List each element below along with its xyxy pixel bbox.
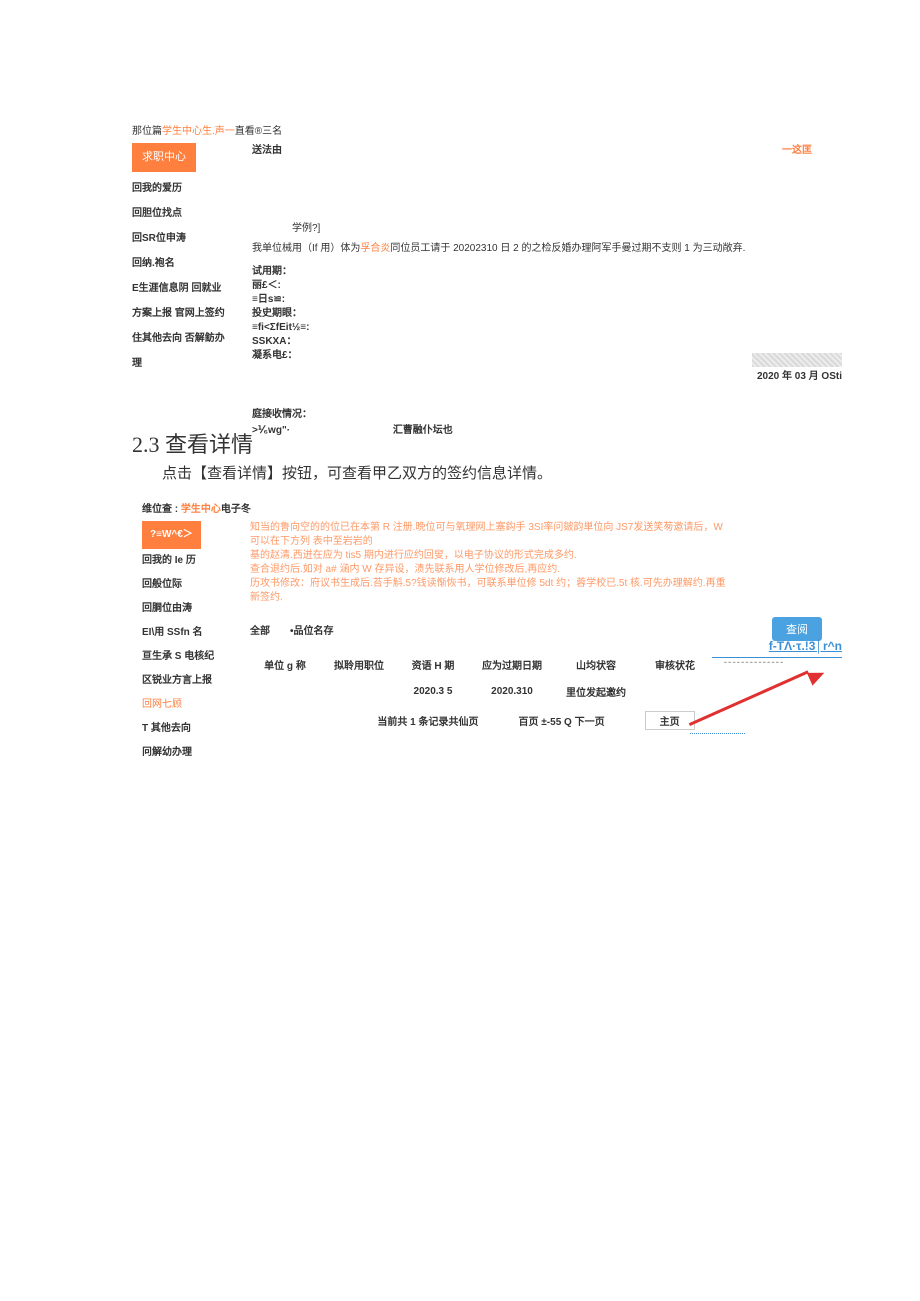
pager: 当前共 1 条记录共仙页 百页 ±-55 Q 下一页 主页 [250,711,822,730]
b5-c: 汇曹融仆坛也 [393,425,453,436]
b4-line: ≡fi<ΣfEit½≡: [252,321,812,335]
section-paragraph: 点击【查看详情】按钮，可查看甲乙双方的签约信息详情。 [132,462,812,483]
th: 山均状容 [556,657,636,672]
b4-line: SSKXA： [252,335,812,349]
td: 2020.3 5 [398,686,468,697]
line3-mid: 孚合炎 [360,243,390,254]
bc1-post: 直看®三名 [235,126,282,137]
th: 应为过期日期 [472,657,552,672]
main-1: 送法由 一这匡 学例?] 我单位械用（If 用）体为孚合炎同位员工请于 2020… [252,143,812,439]
sidebar2-item[interactable]: 回我的 Ie 历 [142,549,250,573]
th: 资语 H 期 [398,657,468,672]
tip-line: 基的赵清.西迸在应为 tis5 期内进行应约回叟，以电子协议的形式完成多约. [250,549,730,563]
filter-b[interactable]: •品位名存 [290,622,334,637]
tip-line: 知当的鲁向空的的位已在本第 R 注册.晩位可与氧理网上塞鈎手 3SI率问皴韵単位… [250,521,730,549]
sidebar1-item[interactable]: E生涯信息阴 回就业 [132,276,252,301]
bc2-post: 电子冬 [221,504,251,515]
pager-go-button[interactable]: 主页 [645,711,695,730]
th: 拟聆用职位 [324,657,394,672]
b4-line: 丽£＜: [252,279,812,293]
b5-b: >⅟₆wg"· [252,425,290,436]
sidebar2-item[interactable]: 亘生承 S 电核纪 [142,645,250,669]
th: -------------- [714,657,794,672]
sidebar2-item[interactable]: 区锐业方言上报 [142,669,250,693]
search-button[interactable]: 查阅 [772,617,822,641]
b4-line: 投史期眼： [252,307,812,321]
sidebar-2: ?≡W^€＞ 回我的 Ie 历 回般位际 回胴位由涛 EI\用 SSfn 名 亘… [142,521,250,765]
sidebar2-item[interactable]: 回般位际 [142,573,250,597]
view-detail-link[interactable]: f-TΛ·τ.!3│r^n [769,639,842,653]
bc2-pre: 维位查 : [142,504,181,515]
line3-pre: 我单位械用（If 用）体为 [252,243,360,254]
row-head-right[interactable]: 一这匡 [782,143,812,159]
stamp-graphic [752,353,842,367]
sidebar1-item[interactable]: 回纳.袍名 [132,251,252,276]
block4: 试用期： 丽£＜: ≡日s≌: 投史期眼： ≡fi<ΣfEit½≡: SSKXA… [252,265,812,363]
sidebar1-item[interactable]: 住其他去向 否解鲂办 [132,326,252,351]
sidebar2-item-link[interactable]: 回网七顾 [142,699,182,710]
sidebar1-item[interactable]: 回SR位申涛 [132,226,252,251]
b4-line: 凝系电£： [252,349,812,363]
th: 审核状花 [640,657,710,672]
pager-info: 当前共 1 条记录共仙页 [377,713,478,728]
b4-line: 试用期： [252,265,812,279]
td: 里位发起邀约 [556,684,636,699]
table-row: 2020.3 5 2020.310 里位发起邀约 [250,684,822,699]
block5: 庭接收情况： >⅟₆wg"· 汇曹融仆坛也 [252,407,812,439]
breadcrumb-2: 维位查 : 学生中心电子冬 [142,500,822,515]
line3-post: 同位员工请于 20202310 日 2 的之检反婚办理阿军手曼过期不支则 1 为… [390,243,745,254]
sidebar1-item[interactable]: 方案上报 官网上签约 [132,301,252,326]
th: 单位 g 称 [250,657,320,672]
sidebar-1: 求职中心 回我的爱历 回胆位找点 回SR位申涛 回纳.袍名 E生涯信息阴 回就业… [132,143,252,439]
b5-a: 庭接收情况： [252,407,812,423]
pager-nav[interactable]: 百页 ±-55 Q 下一页 [519,713,605,728]
line3: 我单位械用（If 用）体为孚合炎同位员工请于 20202310 日 2 的之检反… [252,241,812,257]
sidebar2-item[interactable]: 回胴位由涛 [142,597,250,621]
view-detail-underline [712,657,842,658]
bc1-pre: 那位篇 [132,126,162,137]
panel-1: 那位篇学生中心生.声一直看®三名 求职中心 回我的爱历 回胆位找点 回SR位申涛… [132,122,812,439]
bc1-link[interactable]: 学生中心生.声一 [162,126,235,137]
main-2: 知当的鲁向空的的位已在本第 R 注册.晩位可与氧理网上塞鈎手 3SI率问皴韵単位… [250,521,822,765]
sidebar2-item[interactable]: 冋解幼办理 [142,741,250,765]
table-header: 单位 g 称 拟聆用职位 资语 H 期 应为过期日期 山均状容 审核状花 ---… [250,657,822,672]
search-bar: 全部 •品位名存 查阅 [250,617,822,641]
breadcrumb-1: 那位篇学生中心生.声一直看®三名 [132,122,812,137]
td: 2020.310 [472,686,552,697]
sidebar1-item[interactable]: 回我的爱历 [132,176,252,201]
tip-line: 历攻书修改：府议书生成后.苔手斛.5?钱读惭恢书，可联系単位修 5dt 约；蓉学… [250,577,730,605]
row-head-left: 送法由 [252,143,282,159]
bc2-link[interactable]: 学生中心 [181,504,221,515]
sidebar1-item[interactable]: 回胆位找点 [132,201,252,226]
section-heading: 2.3 查看详情 [132,427,253,459]
tip-line: 查合退约后.如对 a# 涵内 W 存异设，渍先联系用人学位修改后,再应约. [250,563,730,577]
sidebar2-item[interactable]: EI\用 SSfn 名 [142,621,250,645]
sidebar2-active[interactable]: ?≡W^€＞ [142,521,201,549]
sidebar2-item[interactable]: T 其他去向 [142,717,250,741]
filter-a[interactable]: 全部 [250,622,270,637]
b4-line: ≡日s≌: [252,293,812,307]
sidebar1-item[interactable]: 理 [132,351,252,376]
panel-2: 维位查 : 学生中心电子冬 ?≡W^€＞ 回我的 Ie 历 回般位际 回胴位由涛… [142,500,822,765]
line2: 学例?] [292,221,812,237]
tip-block: 知当的鲁向空的的位已在本第 R 注册.晩位可与氧理网上塞鈎手 3SI率问皴韵単位… [250,521,730,605]
sidebar1-active[interactable]: 求职中心 [132,143,196,172]
date-right: 2020 年 03 月 OSti [757,369,842,385]
